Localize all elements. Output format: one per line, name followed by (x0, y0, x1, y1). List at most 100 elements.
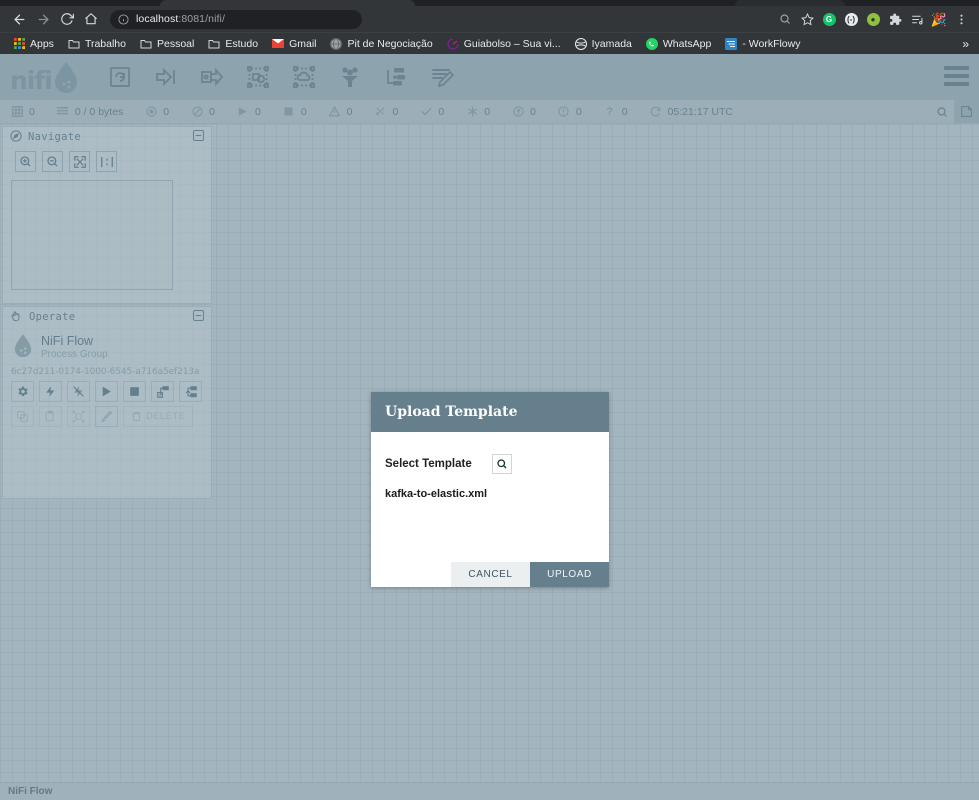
actual-size-icon[interactable] (96, 151, 117, 172)
navigate-panel-title: Navigate (28, 131, 81, 143)
media-list-icon[interactable] (907, 9, 927, 29)
enable-icon[interactable] (39, 381, 62, 402)
bookmark-whatsapp[interactable]: WhatsApp (639, 34, 718, 54)
status-value: 0 (438, 105, 445, 118)
breadcrumb[interactable]: NiFi Flow (8, 786, 52, 797)
status-value: 0 (29, 105, 35, 118)
operate-panel: Operate NiFi Flow Process Group 6c27d211… (2, 306, 212, 499)
running-icon (237, 106, 249, 118)
key-extension-icon[interactable]: ● (863, 9, 883, 29)
reload-icon[interactable] (56, 8, 78, 30)
minimap[interactable] (11, 180, 173, 290)
status-up-to-date: 0 (409, 106, 455, 118)
hamburger-menu-icon[interactable] (944, 66, 969, 86)
stop-icon[interactable] (123, 381, 146, 402)
toolbar-processor-icon[interactable] (97, 54, 143, 100)
grammarly-extension-icon[interactable]: G (819, 9, 839, 29)
bookmark-iyamada[interactable]: Iyamada (568, 34, 639, 54)
background-tab[interactable] (735, 0, 845, 6)
avatar[interactable]: 🎉 (929, 9, 949, 29)
more-menu-icon[interactable] (951, 9, 971, 29)
address-bar[interactable]: localhost:8081/nifi/ (110, 9, 362, 29)
dialog-title: Upload Template (385, 404, 518, 420)
selected-template-filename: kafka-to-elastic.xml (385, 488, 488, 500)
bookmark-label: WhatsApp (662, 37, 712, 50)
bookmark-guiabolso[interactable]: Guiabolso – Sua vi... (440, 34, 568, 54)
bookmark-trabalho[interactable]: Trabalho (61, 34, 133, 54)
nifi-logo: nifi (10, 61, 79, 93)
apps-grid-icon (13, 38, 25, 50)
nifi-application: nifi 0 0 / 0 bytes 0 0 0 0 0 0 0 0 0 0 ?… (0, 54, 979, 800)
status-running: 0 (226, 106, 272, 118)
copy-icon (11, 406, 34, 427)
operate-component: NiFi Flow Process Group (3, 327, 211, 362)
search-icon[interactable] (775, 9, 795, 29)
status-locally-modified-and-stale: 0 (547, 106, 593, 118)
toolbar-output-port-icon[interactable] (189, 54, 235, 100)
disabled-icon (375, 106, 387, 118)
bookmark-pit-de-negociacao[interactable]: Pit de Negociação (323, 34, 439, 54)
component-id: 6c27d211-0174-1000-6545-a716a5ef213a (11, 367, 200, 377)
bookmark-estudo[interactable]: Estudo (201, 34, 265, 54)
upload-template-icon[interactable] (179, 381, 202, 402)
process-group-icon (11, 106, 23, 118)
zoom-out-icon[interactable] (42, 151, 63, 172)
site-info-icon[interactable] (118, 13, 129, 25)
fit-to-screen-icon[interactable] (69, 151, 90, 172)
bookmark-label: Guiabolso – Sua vi... (463, 37, 561, 50)
start-icon[interactable] (95, 381, 118, 402)
component-type: Process Group (41, 348, 108, 360)
locally-modified-and-stale-icon (558, 106, 570, 118)
stale-icon (512, 106, 524, 118)
whatsapp-icon (645, 37, 658, 50)
toolbar-template-icon[interactable] (373, 54, 419, 100)
toolbar-remote-process-group-icon[interactable] (281, 54, 327, 100)
home-icon[interactable] (80, 8, 102, 30)
color-icon[interactable] (95, 406, 118, 427)
status-bar-actions (929, 100, 979, 123)
bookmark-label: Iyamada (591, 37, 632, 50)
bulletin-board-icon[interactable] (954, 100, 979, 123)
collapse-icon[interactable] (193, 130, 204, 144)
component-name: NiFi Flow (41, 334, 94, 349)
toolbar-input-port-icon[interactable] (143, 54, 189, 100)
disable-icon[interactable] (67, 381, 90, 402)
navigate-tools (3, 147, 211, 178)
toolbar-funnel-icon[interactable] (327, 54, 373, 100)
browse-template-button[interactable] (491, 454, 512, 474)
dialog-body: Select Template kafka-to-elastic.xml (371, 432, 609, 562)
puzzle-extension-icon[interactable] (885, 9, 905, 29)
profile-extension-icon[interactable]: (-) (841, 9, 861, 29)
configure-icon[interactable] (11, 381, 34, 402)
bookmark-gmail[interactable]: Gmail (265, 34, 323, 54)
cancel-button[interactable]: CANCEL (451, 562, 530, 587)
search-icon[interactable] (929, 100, 954, 123)
zoom-in-icon[interactable] (15, 151, 36, 172)
navigate-panel: Navigate (2, 126, 212, 304)
collapse-icon[interactable] (193, 310, 204, 324)
variable-registry-icon[interactable]: s (151, 381, 174, 402)
url-text: localhost:8081/nifi/ (136, 13, 225, 25)
status-value: 0 (209, 105, 215, 118)
operate-actions-row-1: s (3, 381, 211, 406)
nifi-logo-text: nifi (10, 66, 53, 95)
stopped-icon (283, 106, 295, 118)
status-value: 0 (575, 105, 582, 118)
forward-arrow-icon[interactable] (32, 8, 54, 30)
bookmark-label: Gmail (289, 37, 317, 50)
refresh-icon[interactable] (650, 106, 662, 118)
gmail-icon (272, 38, 285, 50)
active-tab[interactable] (160, 0, 415, 6)
back-arrow-icon[interactable] (8, 8, 30, 30)
paste-icon (39, 406, 62, 427)
bookmark-label: Apps (30, 37, 54, 50)
bookmark-apps[interactable]: Apps (6, 34, 61, 54)
toolbar-label-icon[interactable] (419, 54, 465, 100)
upload-button[interactable]: UPLOAD (530, 562, 609, 587)
bookmarks-overflow-button[interactable]: » (962, 37, 973, 51)
toolbar-process-group-icon[interactable] (235, 54, 281, 100)
nifi-status-bar: 0 0 / 0 bytes 0 0 0 0 0 0 0 0 0 0 ? 0 05… (0, 100, 979, 124)
bookmark-star-icon[interactable] (797, 9, 817, 29)
bookmark-pessoal[interactable]: Pessoal (133, 34, 201, 54)
bookmark-workflowy[interactable]: - WorkFlowy (718, 34, 807, 54)
